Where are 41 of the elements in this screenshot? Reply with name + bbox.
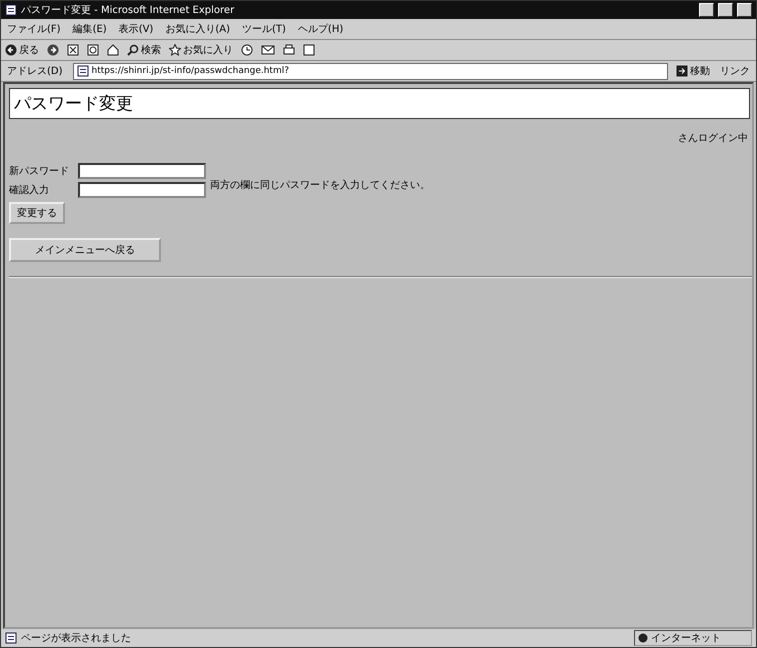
home-icon[interactable]	[107, 44, 119, 56]
menu-item[interactable]: ヘルプ(H)	[296, 22, 346, 36]
history-icon[interactable]	[241, 44, 253, 56]
stop-icon[interactable]	[67, 44, 79, 56]
address-label: アドレス(D)	[6, 65, 64, 78]
back-button[interactable]: 戻る	[5, 43, 39, 57]
menu-item[interactable]: 表示(V)	[116, 22, 156, 36]
page-icon	[76, 65, 89, 77]
mail-icon[interactable]	[261, 44, 275, 56]
password-field[interactable]	[78, 182, 206, 198]
arrow-icon	[676, 65, 688, 77]
menu-item[interactable]: お気に入り(A)	[163, 22, 232, 36]
main-menu-button[interactable]: メインメニューへ戻る	[9, 238, 161, 262]
search-icon	[127, 44, 139, 56]
go-button[interactable]: 移動	[676, 64, 710, 78]
menu-item[interactable]: 編集(E)	[70, 22, 109, 36]
search-button[interactable]: 検索	[127, 43, 161, 57]
maximize-button[interactable]	[718, 3, 733, 17]
zone-indicator: インターネット	[634, 630, 752, 646]
favorites-button[interactable]: お気に入り	[169, 43, 233, 57]
page-icon	[5, 632, 17, 644]
hint-text: 両方の欄に同じパスワードを入力してください。	[210, 178, 430, 192]
address-field[interactable]: https://shinri.jp/st-info/passwdchange.html?	[72, 62, 668, 80]
password-field[interactable]	[78, 163, 206, 179]
field-label: 新パスワード	[9, 164, 70, 178]
page-icon	[5, 4, 17, 16]
page-heading: パスワード変更	[9, 88, 750, 119]
print-icon[interactable]	[283, 44, 295, 56]
menu-item[interactable]: ファイル(F)	[5, 22, 63, 36]
window-title: パスワード変更 - Microsoft Internet Explorer	[21, 4, 236, 17]
forward-icon[interactable]	[47, 44, 59, 56]
login-status: さんログイン中	[678, 132, 749, 145]
status-message: ページが表示されました	[21, 632, 132, 645]
links-button[interactable]: リンク	[718, 64, 752, 78]
minimize-button[interactable]	[699, 3, 714, 17]
field-label: 確認入力	[9, 184, 50, 197]
back-arrow-icon	[5, 44, 17, 56]
submit-button[interactable]: 変更する	[9, 202, 65, 224]
close-button[interactable]	[737, 3, 752, 17]
menu-item[interactable]: ツール(T)	[240, 22, 288, 36]
star-icon	[169, 44, 181, 56]
